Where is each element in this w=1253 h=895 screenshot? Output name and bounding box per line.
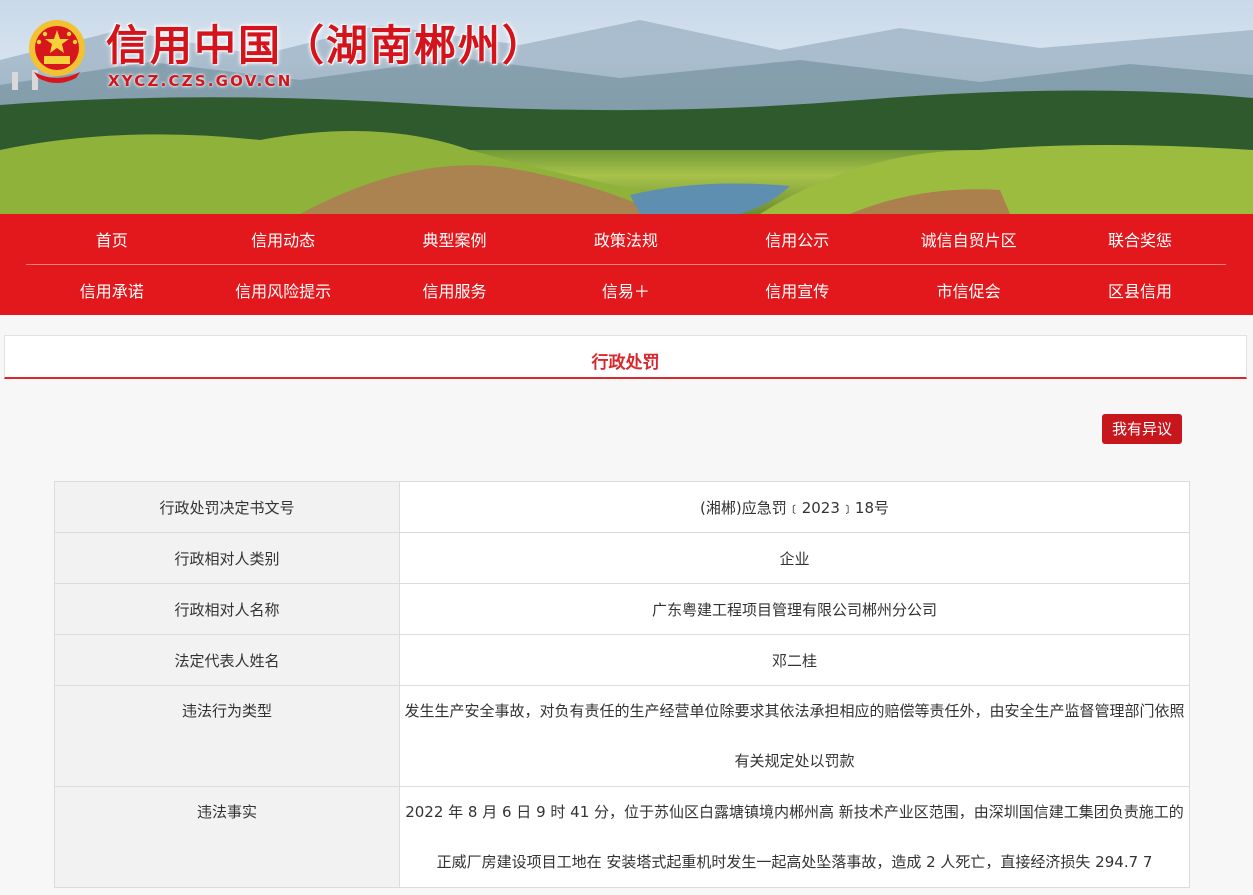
- row-label: 行政相对人类别: [54, 532, 400, 584]
- nav-xinyi-plus[interactable]: 信易＋: [540, 278, 711, 302]
- row-value: 邓二桂: [399, 634, 1190, 686]
- table-row: 行政相对人类别 企业: [54, 532, 1190, 584]
- table-row: 行政相对人名称 广东粤建工程项目管理有限公司郴州分公司: [54, 583, 1190, 635]
- row-label: 行政处罚决定书文号: [54, 481, 400, 533]
- table-row: 行政处罚决定书文号 (湘郴)应急罚﹝2023﹞18号: [54, 481, 1190, 533]
- table-row: 违法行为类型 发生生产安全事故，对负有责任的生产经营单位除要求其依法承担相应的赔…: [54, 685, 1190, 787]
- nav-joint-rewards-punishments[interactable]: 联合奖惩: [1054, 227, 1225, 251]
- nav-city-credit-association[interactable]: 市信促会: [883, 278, 1054, 302]
- nav-typical-cases[interactable]: 典型案例: [369, 227, 540, 251]
- nav-home[interactable]: 首页: [26, 227, 197, 251]
- nav-credit-promotion[interactable]: 信用宣传: [712, 278, 883, 302]
- nav-credit-commitment[interactable]: 信用承诺: [26, 278, 197, 302]
- nav-row-1: 首页 信用动态 典型案例 政策法规 信用公示 诚信自贸片区 联合奖惩: [26, 214, 1226, 265]
- row-label: 行政相对人名称: [54, 583, 400, 635]
- row-label: 违法行为类型: [54, 685, 400, 787]
- section-header: 行政处罚: [4, 335, 1247, 379]
- nav-credit-services[interactable]: 信用服务: [369, 278, 540, 302]
- table-row: 法定代表人姓名 邓二桂: [54, 634, 1190, 686]
- nav-credit-news[interactable]: 信用动态: [197, 227, 368, 251]
- row-value: (湘郴)应急罚﹝2023﹞18号: [399, 481, 1190, 533]
- row-value: 2022 年 8 月 6 日 9 时 41 分，位于苏仙区白露塘镇境内郴州高 新…: [399, 786, 1190, 888]
- row-label: 法定代表人姓名: [54, 634, 400, 686]
- main-nav: 首页 信用动态 典型案例 政策法规 信用公示 诚信自贸片区 联合奖惩 信用承诺 …: [0, 214, 1253, 315]
- row-value: 发生生产安全事故，对负有责任的生产经营单位除要求其依法承担相应的赔偿等责任外，由…: [399, 685, 1190, 787]
- national-emblem-icon: [26, 18, 88, 84]
- table-row: 违法事实 2022 年 8 月 6 日 9 时 41 分，位于苏仙区白露塘镇境内…: [54, 786, 1190, 888]
- row-value: 广东粤建工程项目管理有限公司郴州分公司: [399, 583, 1190, 635]
- site-banner: 信用中国（湖南郴州） XYCZ.CZS.GOV.CN: [0, 0, 1253, 214]
- section-title: 行政处罚: [591, 353, 660, 373]
- nav-free-trade-zone[interactable]: 诚信自贸片区: [883, 227, 1054, 251]
- nav-row-2: 信用承诺 信用风险提示 信用服务 信易＋ 信用宣传 市信促会 区县信用: [26, 265, 1226, 315]
- nav-credit-disclosure[interactable]: 信用公示: [712, 227, 883, 251]
- main-content: 行政处罚 我有异议 行政处罚决定书文号 (湘郴)应急罚﹝2023﹞18号 行政相…: [0, 315, 1253, 895]
- site-title: 信用中国（湖南郴州）: [106, 21, 547, 70]
- objection-button[interactable]: 我有异议: [1102, 414, 1182, 444]
- row-label: 违法事实: [54, 786, 400, 888]
- nav-credit-risk-alert[interactable]: 信用风险提示: [197, 278, 368, 302]
- nav-policies[interactable]: 政策法规: [540, 227, 711, 251]
- nav-district-credit[interactable]: 区县信用: [1054, 278, 1225, 302]
- row-value: 企业: [399, 532, 1190, 584]
- penalty-info-table: 行政处罚决定书文号 (湘郴)应急罚﹝2023﹞18号 行政相对人类别 企业 行政…: [54, 481, 1190, 888]
- site-url: XYCZ.CZS.GOV.CN: [108, 72, 293, 90]
